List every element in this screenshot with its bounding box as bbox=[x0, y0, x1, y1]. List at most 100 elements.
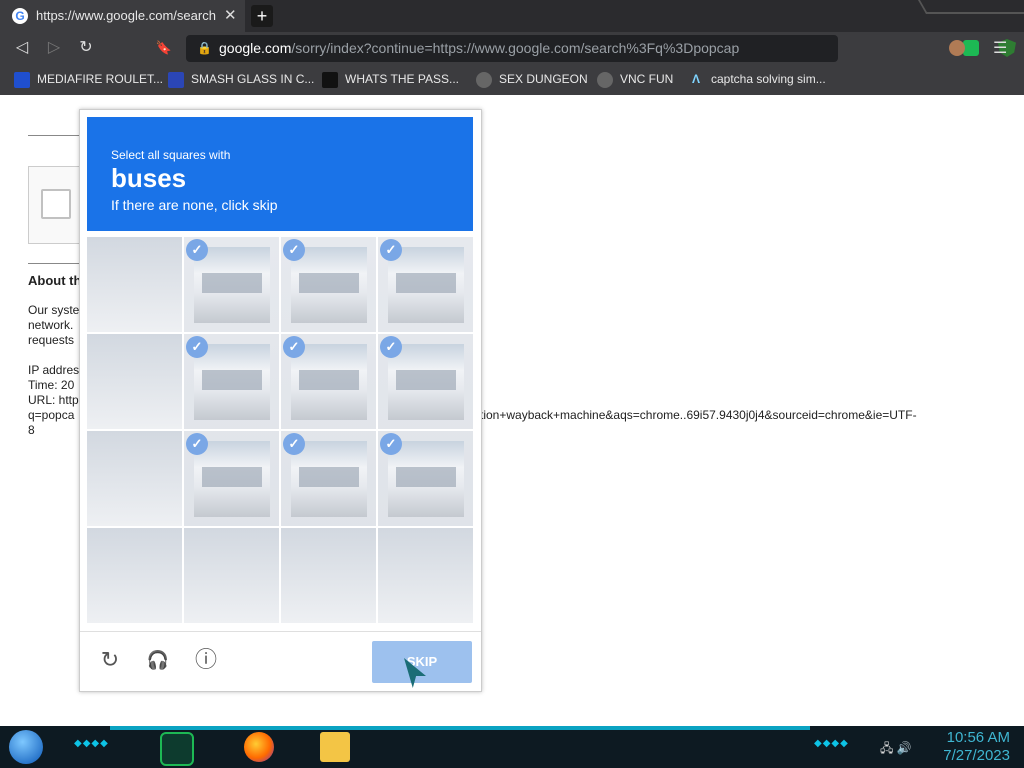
bus-image bbox=[388, 441, 464, 517]
captcha-dialog: Select all squares with buses If there a… bbox=[79, 109, 482, 692]
dungeon-icon bbox=[476, 72, 492, 88]
captcha-image-grid: ✓ ✓ ✓ ✓ ✓ ✓ ✓ ✓ ✓ bbox=[87, 237, 473, 623]
green-extension-icon[interactable] bbox=[963, 40, 979, 56]
google-favicon-icon: G bbox=[12, 8, 28, 24]
page-para-2: IP addres Time: 20 URL: http q=popca 8 bbox=[28, 363, 80, 437]
captcha-tile[interactable] bbox=[87, 431, 182, 526]
captcha-tile[interactable]: ✓ bbox=[184, 237, 279, 332]
checkmark-icon: ✓ bbox=[186, 336, 208, 358]
bookmark-vnc-fun[interactable]: VNC FUN bbox=[597, 72, 673, 88]
browser-toolbar: ◁ ▷ ↻ 🔖 🔒 google.com/sorry/index?continu… bbox=[0, 32, 1024, 65]
forward-icon[interactable]: ▷ bbox=[44, 38, 64, 58]
bus-image bbox=[291, 441, 367, 517]
captcha-header: Select all squares with buses If there a… bbox=[87, 117, 473, 231]
bus-image bbox=[388, 344, 464, 420]
captcha-tile[interactable] bbox=[87, 237, 182, 332]
firefox-icon[interactable] bbox=[244, 732, 274, 762]
bookmark-mediafire[interactable]: MEDIAFIRE ROULET... bbox=[14, 72, 163, 88]
bus-image bbox=[291, 344, 367, 420]
page-para-1: Our syste network. requests bbox=[28, 303, 80, 347]
file-explorer-icon[interactable] bbox=[320, 732, 350, 762]
bookmarks-bar: MEDIAFIRE ROULET... SMASH GLASS IN C... … bbox=[0, 65, 1024, 95]
reload-icon[interactable]: ↻ bbox=[76, 38, 96, 58]
captcha-tile[interactable]: ✓ bbox=[281, 431, 376, 526]
page-url-tail: tion+wayback+machine&aqs=chrome..69i57.9… bbox=[480, 408, 917, 422]
vnc-icon bbox=[597, 72, 613, 88]
bus-image bbox=[194, 344, 270, 420]
bus-image bbox=[194, 247, 270, 323]
checkmark-icon: ✓ bbox=[283, 336, 305, 358]
captcha-target: buses bbox=[111, 163, 187, 193]
clock[interactable]: 10:56 AM 7/27/2023 bbox=[930, 729, 1010, 765]
bookmark-sex-dungeon[interactable]: SEX DUNGEON bbox=[476, 72, 588, 88]
bus-image bbox=[291, 247, 367, 323]
start-button[interactable] bbox=[9, 730, 43, 764]
captcha-icon: Λ bbox=[691, 72, 700, 86]
captcha-instruction: Select all squares with bbox=[111, 148, 231, 162]
captcha-tile[interactable] bbox=[281, 528, 376, 623]
taskbar-decoration: ◆◆◆◆ bbox=[74, 738, 109, 749]
audio-challenge-icon[interactable]: 🎧 bbox=[144, 646, 172, 674]
window-frame-decoration bbox=[917, 0, 1024, 14]
url-host: google.com bbox=[219, 40, 292, 56]
info-icon[interactable]: ⓘ bbox=[192, 646, 220, 674]
captcha-tile[interactable] bbox=[87, 528, 182, 623]
address-bar[interactable]: 🔒 google.com/sorry/index?continue=https:… bbox=[186, 35, 1016, 62]
captcha-tile[interactable]: ✓ bbox=[281, 237, 376, 332]
captcha-tile[interactable] bbox=[184, 528, 279, 623]
checkmark-icon: ✓ bbox=[283, 239, 305, 261]
page-divider-top bbox=[28, 135, 80, 136]
page-divider bbox=[28, 263, 80, 264]
taskbar-decoration: ◆◆◆◆ bbox=[814, 738, 849, 749]
checkmark-icon: ✓ bbox=[380, 336, 402, 358]
taskbar-accent-strip bbox=[110, 726, 810, 730]
captcha-footer: ↻ 🎧 ⓘ SKIP bbox=[80, 631, 481, 692]
checkmark-icon: ✓ bbox=[283, 433, 305, 455]
clock-date: 7/27/2023 bbox=[943, 747, 1010, 764]
browser-menu-icon[interactable]: ☰ bbox=[993, 38, 1007, 58]
checkmark-icon: ✓ bbox=[186, 433, 208, 455]
captcha-hint: If there are none, click skip bbox=[111, 197, 278, 213]
lock-icon: 🔒 bbox=[197, 41, 212, 55]
bookmark-captcha-solving[interactable]: Λcaptcha solving sim... bbox=[688, 72, 826, 88]
recaptcha-checkbox[interactable] bbox=[41, 189, 71, 219]
captcha-tile[interactable] bbox=[378, 528, 473, 623]
checkmark-icon: ✓ bbox=[380, 239, 402, 261]
captcha-tile[interactable]: ✓ bbox=[378, 431, 473, 526]
captcha-tile[interactable]: ✓ bbox=[378, 334, 473, 429]
captcha-tile[interactable]: ✓ bbox=[184, 431, 279, 526]
mediafire-icon bbox=[14, 72, 30, 88]
captcha-tile[interactable]: ✓ bbox=[281, 334, 376, 429]
page-heading: About th bbox=[28, 273, 82, 288]
back-icon[interactable]: ◁ bbox=[12, 38, 32, 58]
smash-icon bbox=[168, 72, 184, 88]
system-tray-icons[interactable]: 🖧 🔊 bbox=[880, 739, 912, 760]
checkmark-icon: ✓ bbox=[186, 239, 208, 261]
bookmark-star-icon[interactable]: 🔖 bbox=[154, 38, 174, 58]
close-tab-icon[interactable]: ✕ bbox=[224, 6, 237, 24]
grid-divider bbox=[87, 526, 473, 528]
reload-challenge-icon[interactable]: ↻ bbox=[96, 646, 124, 674]
app-green-icon[interactable] bbox=[160, 732, 194, 766]
captcha-tile[interactable]: ✓ bbox=[378, 237, 473, 332]
profile-avatar[interactable] bbox=[949, 40, 965, 56]
new-tab-button[interactable]: + bbox=[251, 5, 273, 27]
bus-image bbox=[194, 441, 270, 517]
tab-google-search[interactable]: G https://www.google.com/search?q ✕ bbox=[0, 0, 245, 32]
tab-strip: G https://www.google.com/search?q ✕ + bbox=[0, 0, 1024, 32]
bus-image bbox=[388, 247, 464, 323]
url-path: /sorry/index?continue=https://www.google… bbox=[291, 40, 739, 56]
address-url[interactable]: google.com/sorry/index?continue=https://… bbox=[219, 40, 739, 56]
taskbar: ◆◆◆◆ ◆◆◆◆ 🖧 🔊 10:56 AM 7/27/2023 bbox=[0, 726, 1024, 768]
captcha-tile[interactable] bbox=[87, 334, 182, 429]
captcha-tile[interactable]: ✓ bbox=[184, 334, 279, 429]
skip-button[interactable]: SKIP bbox=[372, 641, 472, 683]
tab-title: https://www.google.com/search?q bbox=[36, 8, 216, 23]
bookmark-whats-the-pass[interactable]: WHATS THE PASS... bbox=[322, 72, 459, 88]
checkmark-icon: ✓ bbox=[380, 433, 402, 455]
bookmark-smash-glass[interactable]: SMASH GLASS IN C... bbox=[168, 72, 314, 88]
clock-time: 10:56 AM bbox=[946, 729, 1010, 746]
pass-icon bbox=[322, 72, 338, 88]
grid-divider bbox=[87, 332, 473, 334]
grid-divider bbox=[87, 429, 473, 431]
